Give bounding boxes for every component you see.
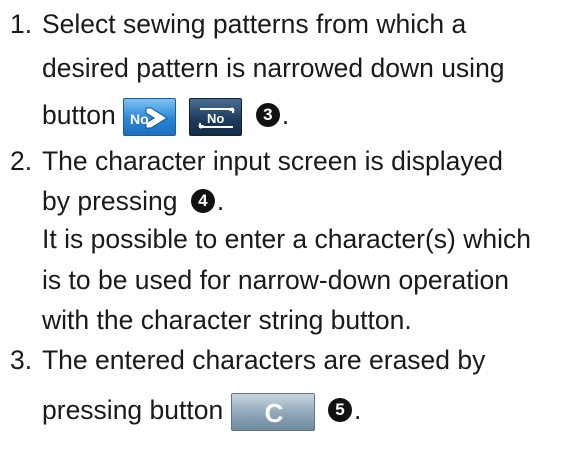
item-text: The entered characters are erased by (42, 345, 486, 375)
item-number: 1. (10, 9, 33, 39)
item-1-line-3-content: button No No 3. (42, 97, 289, 136)
item-text: button (42, 100, 116, 130)
number-label: No (207, 111, 224, 126)
item-text: The character input screen is displayed (42, 146, 504, 176)
clear-button[interactable]: C (230, 393, 315, 431)
number-reverse-button[interactable]: No (189, 98, 243, 136)
number-label: No (130, 111, 149, 127)
item-number: 2. (10, 146, 33, 176)
item-3-line-2-content: pressing button C 5. (42, 392, 361, 431)
item-text: . (281, 100, 290, 130)
callout-badge: 5 (327, 398, 352, 422)
number-forward-icon: No (130, 107, 169, 129)
clear-icon: C (264, 398, 283, 428)
item-text: is to be used for narrow-down operation (42, 265, 509, 295)
clear-label: C (264, 398, 283, 428)
item-text: desired pattern is narrowed down using (42, 53, 505, 83)
item-text: . (353, 395, 362, 425)
callout-badge: 4 (190, 189, 215, 213)
item-text: It is possible to enter a character(s) w… (42, 224, 531, 254)
item-text: Select sewing patterns from which a (42, 9, 467, 39)
callout-badge: 3 (255, 103, 280, 127)
number-reverse-icon: No (198, 107, 236, 129)
item-text: . (216, 186, 225, 216)
item-2-line-2-content: by pressing 4. (42, 183, 224, 219)
item-text: pressing button (42, 395, 224, 425)
item-number: 3. (10, 345, 33, 375)
item-text: by pressing (42, 186, 178, 216)
number-forward-button[interactable]: No (123, 98, 177, 136)
item-text: with the character string button. (42, 305, 412, 335)
